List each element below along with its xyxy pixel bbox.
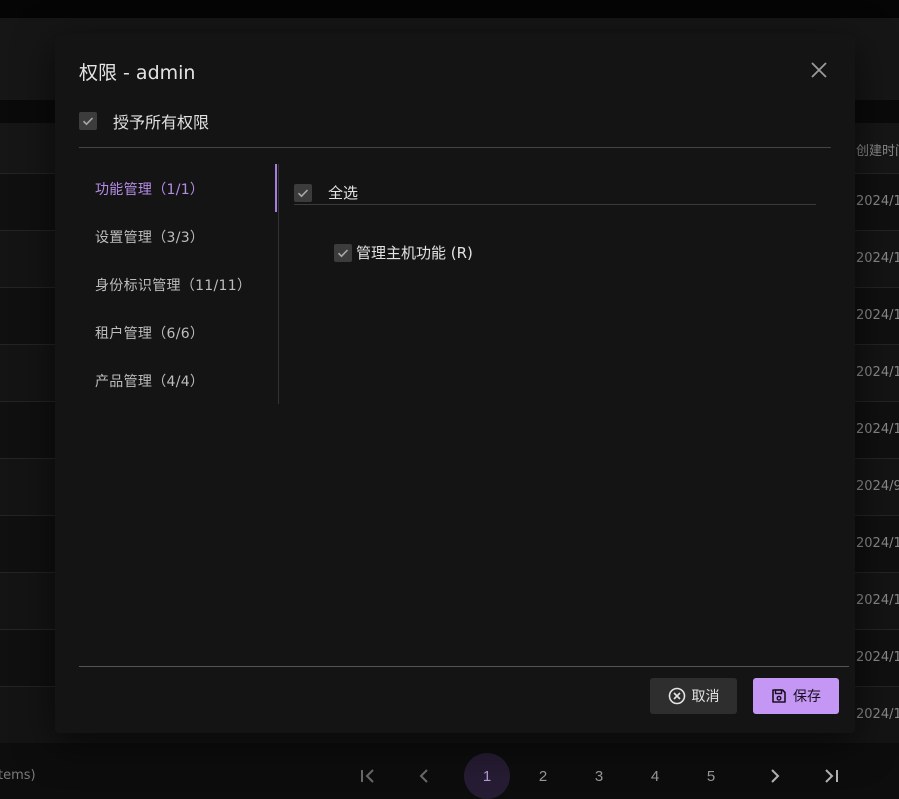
permission-group-tabs: 功能管理（1/1） 设置管理（3/3） 身份标识管理（11/11） 租户管理（6…: [79, 164, 279, 404]
grant-all-label: 授予所有权限: [113, 113, 210, 132]
row-date: 2024/9: [856, 479, 899, 494]
page-button-1[interactable]: 1: [464, 753, 510, 799]
cancel-label: 取消: [691, 689, 720, 705]
select-all-checkbox[interactable]: 全选: [294, 182, 358, 203]
select-all-label: 全选: [328, 184, 359, 202]
row-date: 2024/1: [856, 650, 899, 665]
save-label: 保存: [793, 689, 821, 705]
chevron-right-icon: [771, 769, 780, 783]
cancel-button[interactable]: 取消: [650, 678, 737, 714]
tab-settings-management[interactable]: 设置管理（3/3）: [95, 227, 204, 247]
divider: [79, 147, 831, 148]
row-date: 2024/1: [856, 536, 899, 551]
divider: [79, 666, 849, 667]
check-icon: [82, 117, 94, 126]
page-button-3[interactable]: 3: [576, 753, 622, 799]
row-date: 2024/1: [856, 422, 899, 437]
next-page-button[interactable]: [752, 753, 798, 799]
row-date: 2024/1: [856, 365, 899, 380]
check-icon: [297, 188, 309, 197]
page-button-2[interactable]: 2: [520, 753, 566, 799]
row-date: 2024/1: [856, 194, 899, 209]
row-date: 2024/1: [856, 308, 899, 323]
tab-feature-management[interactable]: 功能管理（1/1）: [95, 179, 204, 199]
tab-tenant-management[interactable]: 租户管理（6/6）: [95, 323, 204, 343]
previous-page-button[interactable]: [401, 753, 447, 799]
page-button-5[interactable]: 5: [688, 753, 734, 799]
last-page-button[interactable]: [808, 753, 854, 799]
permission-checkbox[interactable]: 管理主机功能 (R): [334, 242, 473, 263]
select-all-checkbox-box[interactable]: [294, 183, 312, 202]
tab-identity-management[interactable]: 身份标识管理（11/11）: [95, 275, 251, 295]
page-button-4[interactable]: 4: [632, 753, 678, 799]
divider: [294, 204, 816, 205]
grant-all-checkbox-box[interactable]: [79, 112, 97, 130]
grant-all-permissions-checkbox[interactable]: 授予所有权限: [79, 109, 209, 133]
close-button[interactable]: [807, 58, 831, 82]
first-page-icon: [361, 769, 374, 783]
dialog-title: 权限 - admin: [79, 62, 196, 84]
close-icon: [811, 62, 827, 78]
column-header-created-time[interactable]: 创建时间: [856, 140, 899, 159]
permissions-dialog: 权限 - admin 授予所有权限 功能管理（1/1） 设置管理（3/3） 身份…: [55, 34, 855, 733]
check-icon: [337, 248, 349, 257]
save-icon: [772, 689, 786, 703]
row-date: 2024/1: [856, 593, 899, 608]
tab-product-management[interactable]: 产品管理（4/4）: [95, 371, 204, 391]
background-top-bar: [0, 0, 899, 18]
permission-label: 管理主机功能 (R): [356, 244, 473, 262]
items-count-text: tems): [0, 768, 36, 783]
last-page-icon: [825, 769, 838, 783]
chevron-left-icon: [419, 769, 428, 783]
active-tab-indicator: [275, 164, 277, 212]
row-date: 2024/1: [856, 707, 899, 722]
cancel-icon: [668, 687, 685, 705]
row-date: 2024/1: [856, 251, 899, 266]
first-page-button[interactable]: [345, 753, 391, 799]
permission-checkbox-box[interactable]: [334, 243, 352, 262]
save-button[interactable]: 保存: [753, 678, 839, 714]
